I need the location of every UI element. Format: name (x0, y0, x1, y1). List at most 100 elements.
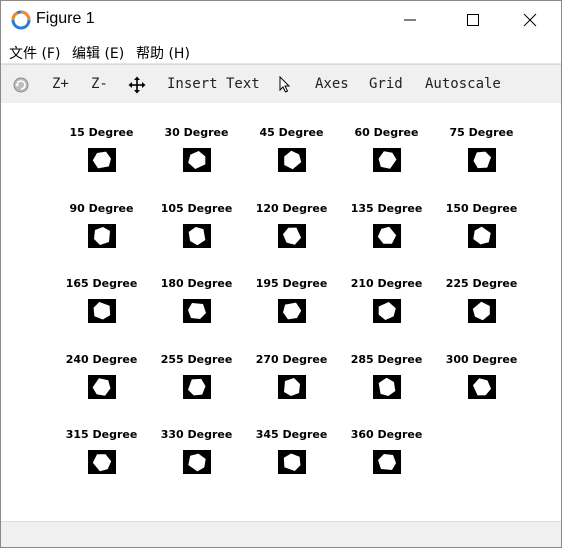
rotated-shape-image (278, 224, 306, 248)
pan-button[interactable] (128, 65, 146, 103)
rotated-shape-image (373, 375, 401, 399)
rotated-shape-image (183, 450, 211, 474)
zoom-out-button[interactable]: Z- (91, 65, 108, 103)
rotated-shape-image (278, 450, 306, 474)
window-title: Figure 1 (36, 10, 95, 27)
rotated-shape-image (183, 148, 211, 172)
close-button[interactable] (507, 1, 553, 39)
subplot-title: 240 Degree (65, 353, 138, 366)
subplot: 240 Degree (54, 353, 149, 413)
subplot: 360 Degree (339, 428, 434, 488)
subplot: 105 Degree (149, 202, 244, 262)
subplot-title: 150 Degree (445, 202, 518, 215)
select-button[interactable] (278, 65, 292, 103)
menu-edit[interactable]: 编辑 (E) (72, 43, 124, 63)
subplot-title: 90 Degree (69, 202, 134, 215)
rotated-shape-image (468, 299, 496, 323)
rotate-button[interactable] (12, 65, 30, 103)
subplot: 30 Degree (149, 126, 244, 186)
subplot-title: 120 Degree (255, 202, 328, 215)
subplot: 180 Degree (149, 277, 244, 337)
rotated-shape-image (183, 224, 211, 248)
toolbar: Z+ Z- Insert Text Axes Grid Autoscale (1, 64, 561, 104)
subplot: 150 Degree (434, 202, 529, 262)
subplot: 210 Degree (339, 277, 434, 337)
menu-bar: 文件 (F) 编辑 (E) 帮助 (H) (1, 39, 561, 64)
rotated-shape-image (278, 148, 306, 172)
subplot: 255 Degree (149, 353, 244, 413)
rotated-shape-image (468, 148, 496, 172)
subplot-title: 180 Degree (160, 277, 233, 290)
subplot: 45 Degree (244, 126, 339, 186)
subplot-title: 15 Degree (69, 126, 134, 139)
subplot-title: 225 Degree (445, 277, 518, 290)
subplot-title: 165 Degree (65, 277, 138, 290)
rotated-shape-image (468, 375, 496, 399)
rotated-shape-image (278, 299, 306, 323)
subplot-title: 360 Degree (350, 428, 423, 441)
app-logo-icon (11, 10, 31, 30)
status-bar (1, 521, 561, 547)
subplot-title: 30 Degree (164, 126, 229, 139)
subplot: 300 Degree (434, 353, 529, 413)
menu-help[interactable]: 帮助 (H) (136, 43, 190, 63)
pan-arrows-icon (128, 76, 146, 94)
rotated-shape-image (373, 148, 401, 172)
zoom-in-button[interactable]: Z+ (52, 65, 69, 103)
subplot: 315 Degree (54, 428, 149, 488)
title-bar[interactable]: Figure 1 (1, 1, 561, 39)
axes-button[interactable]: Axes (315, 65, 349, 103)
subplot-title: 315 Degree (65, 428, 138, 441)
subplot: 225 Degree (434, 277, 529, 337)
autoscale-button[interactable]: Autoscale (425, 65, 501, 103)
subplot: 60 Degree (339, 126, 434, 186)
subplot-title: 45 Degree (259, 126, 324, 139)
subplot-title: 210 Degree (350, 277, 423, 290)
subplot: 330 Degree (149, 428, 244, 488)
subplot: 285 Degree (339, 353, 434, 413)
subplot: 120 Degree (244, 202, 339, 262)
maximize-icon (467, 14, 479, 26)
rotated-shape-image (88, 148, 116, 172)
rotated-shape-image (88, 375, 116, 399)
subplot: 270 Degree (244, 353, 339, 413)
subplot-title: 285 Degree (350, 353, 423, 366)
subplot-title: 135 Degree (350, 202, 423, 215)
rotated-shape-image (373, 299, 401, 323)
subplot: 195 Degree (244, 277, 339, 337)
rotate-icon (13, 77, 29, 93)
subplot-title: 270 Degree (255, 353, 328, 366)
subplot-title: 330 Degree (160, 428, 233, 441)
pointer-icon (279, 76, 291, 93)
subplot: 90 Degree (54, 202, 149, 262)
subplot: 135 Degree (339, 202, 434, 262)
figure-window: Figure 1 文件 (F) 编辑 (E) 帮助 (H) Z+ Z- Inse… (0, 0, 562, 548)
menu-file[interactable]: 文件 (F) (9, 43, 60, 63)
rotated-shape-image (88, 450, 116, 474)
rotated-shape-image (468, 224, 496, 248)
minimize-button[interactable] (387, 1, 433, 39)
subplot-title: 105 Degree (160, 202, 233, 215)
maximize-button[interactable] (450, 1, 496, 39)
figure-canvas[interactable]: 15 Degree 30 Degree 45 Degree 60 Degree 75 D… (1, 103, 561, 521)
rotated-shape-image (88, 224, 116, 248)
rotated-shape-image (88, 299, 116, 323)
rotated-shape-image (278, 375, 306, 399)
subplot: 75 Degree (434, 126, 529, 186)
subplot-title: 300 Degree (445, 353, 518, 366)
subplot: 165 Degree (54, 277, 149, 337)
rotated-shape-image (373, 224, 401, 248)
subplot-title: 75 Degree (449, 126, 514, 139)
grid-button[interactable]: Grid (369, 65, 403, 103)
subplot-title: 60 Degree (354, 126, 419, 139)
close-icon (523, 13, 537, 27)
insert-text-button[interactable]: Insert Text (167, 65, 260, 103)
subplot: 345 Degree (244, 428, 339, 488)
rotated-shape-image (183, 375, 211, 399)
rotated-shape-image (183, 299, 211, 323)
subplot-title: 255 Degree (160, 353, 233, 366)
rotated-shape-image (373, 450, 401, 474)
minimize-icon (404, 19, 416, 21)
subplot-title: 195 Degree (255, 277, 328, 290)
subplot-title: 345 Degree (255, 428, 328, 441)
